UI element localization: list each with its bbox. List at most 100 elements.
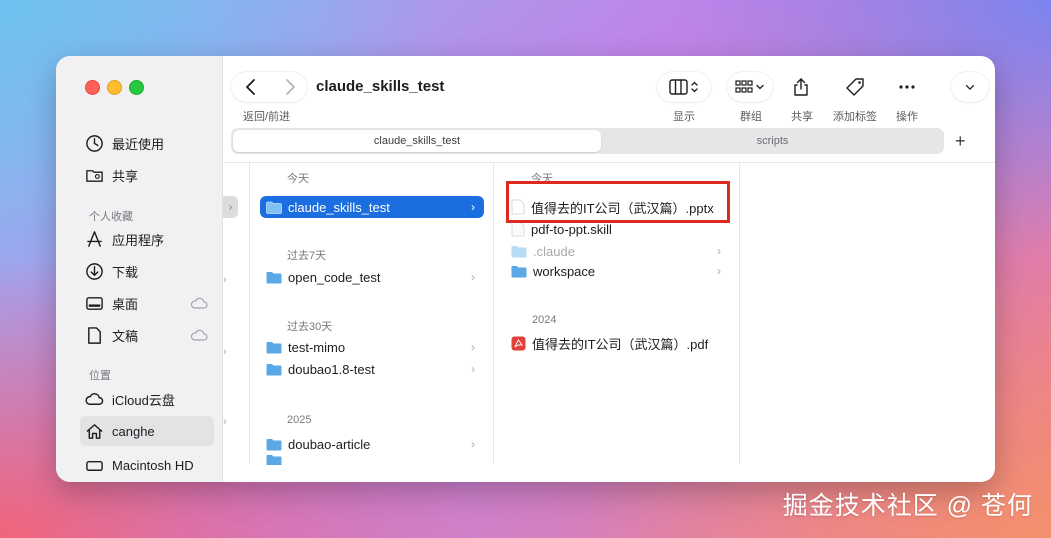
folder-icon [266, 438, 282, 450]
chevron-right-icon: › [471, 270, 475, 284]
sidebar-item-macintosh-hd[interactable]: Macintosh HD [84, 452, 194, 478]
sidebar-item-applications[interactable]: 应用程序 [84, 226, 164, 252]
tab-claude-skills-test[interactable]: claude_skills_test [233, 130, 601, 152]
column1-group-header: 今天 [287, 173, 309, 185]
sidebar-item-label: 最近使用 [112, 136, 165, 152]
column1-group-header: 2025 [287, 414, 312, 426]
chevron-right-icon: › [471, 200, 475, 214]
sidebar-item-home[interactable]: canghe [84, 418, 155, 444]
nav-buttons [231, 72, 307, 102]
chevron-right-icon: › [471, 437, 475, 451]
folder-name: test-mimo [288, 339, 346, 355]
pdf-icon [511, 336, 526, 350]
cloud-icon [84, 389, 104, 409]
share-label: 共享 [791, 111, 813, 123]
chevron-down-icon [965, 84, 975, 90]
sidebar-item-shared[interactable]: 共享 [84, 162, 138, 188]
more-toolbar-button[interactable] [951, 72, 989, 102]
folder-icon [511, 245, 527, 257]
folder-row[interactable]: doubao1.8-test [266, 358, 375, 380]
chevron-right-icon: › [471, 362, 475, 376]
tags-button[interactable] [839, 72, 871, 102]
desktop-icon [84, 293, 104, 313]
finder-window: 最近使用 共享 个人收藏 应用程序 下载 桌面 文稿 位置 iCloud云盘 c… [56, 56, 995, 482]
folder-icon [266, 455, 282, 465]
folder-icon [266, 271, 282, 283]
chevron-right-icon: › [471, 340, 475, 354]
sidebar-item-downloads[interactable]: 下载 [84, 258, 138, 284]
sidebar-item-documents[interactable]: 文稿 [84, 322, 138, 348]
folder-row[interactable]: open_code_test [266, 266, 381, 288]
folder-icon [266, 201, 282, 214]
highlight-annotation [506, 181, 730, 223]
tag-icon [846, 78, 864, 96]
disk-icon [84, 455, 104, 475]
collapsed-column-chevron[interactable]: › [223, 196, 238, 218]
column-view-icon [669, 79, 698, 95]
folder-name: claude_skills_test [288, 199, 390, 215]
sidebar-item-recents[interactable]: 最近使用 [84, 130, 164, 156]
sidebar-item-label: iCloud云盘 [112, 392, 175, 408]
folder-row-partial[interactable] [266, 455, 288, 465]
group-grid-icon [735, 80, 764, 93]
favorites-header: 个人收藏 [89, 211, 133, 223]
folder-row-hidden[interactable]: .claude [511, 240, 575, 262]
tags-label: 添加标签 [833, 111, 877, 123]
folder-name: .claude [533, 243, 575, 259]
icloud-status-icon [190, 329, 208, 341]
ellipsis-icon [899, 85, 915, 89]
share-button[interactable] [785, 72, 817, 102]
sidebar-item-label: 桌面 [112, 296, 139, 312]
collapsed-column-chevron[interactable]: › [223, 416, 237, 428]
folder-name: workspace [533, 263, 596, 279]
column1-group-header: 过去30天 [287, 321, 333, 333]
toolbar-divider [223, 162, 995, 163]
sidebar-item-label: canghe [112, 423, 155, 439]
blank-document-icon [511, 221, 525, 237]
sidebar-item-label: Macintosh HD [112, 457, 194, 473]
chevron-right-icon: › [717, 264, 721, 278]
folder-row[interactable]: doubao-article [266, 433, 370, 455]
folder-row[interactable]: test-mimo [266, 336, 345, 358]
sidebar-item-label: 下载 [112, 264, 139, 280]
applications-icon [84, 229, 104, 249]
sidebar-item-label: 共享 [112, 168, 139, 184]
action-label: 操作 [896, 111, 918, 123]
view-button[interactable] [657, 72, 711, 102]
sidebar-item-desktop[interactable]: 桌面 [84, 290, 138, 316]
view-label: 显示 [673, 111, 695, 123]
folder-icon [266, 363, 282, 375]
tab-scripts[interactable]: scripts [603, 130, 942, 152]
collapsed-column-chevron[interactable]: › [223, 274, 237, 286]
folder-name: open_code_test [288, 269, 381, 285]
minimize-window-button[interactable] [107, 80, 122, 95]
column1-group-header: 过去7天 [287, 250, 327, 262]
tab-bar: claude_skills_test scripts [231, 128, 944, 154]
close-window-button[interactable] [85, 80, 100, 95]
folder-name: doubao1.8-test [288, 361, 375, 377]
file-name: 值得去的IT公司（武汉篇）.pdf [532, 336, 709, 352]
locations-header: 位置 [89, 370, 111, 382]
download-icon [84, 261, 104, 281]
action-button[interactable] [891, 72, 923, 102]
forward-button[interactable] [286, 79, 295, 95]
sidebar: 最近使用 共享 个人收藏 应用程序 下载 桌面 文稿 位置 iCloud云盘 c… [56, 56, 223, 482]
sidebar-item-icloud[interactable]: iCloud云盘 [84, 386, 175, 412]
sidebar-item-label: 文稿 [112, 328, 139, 344]
group-label: 群组 [740, 111, 762, 123]
new-tab-button[interactable]: + [955, 132, 966, 150]
group-button[interactable] [727, 72, 773, 102]
collapsed-column-chevron[interactable]: › [223, 346, 237, 358]
file-row-pdf[interactable]: 值得去的IT公司（武汉篇）.pdf [511, 332, 708, 354]
file-name: pdf-to-ppt.skill [531, 221, 612, 237]
folder-row[interactable]: workspace [511, 260, 595, 282]
back-button[interactable] [246, 79, 255, 95]
zoom-window-button[interactable] [129, 80, 144, 95]
column-divider [493, 163, 494, 464]
column-divider [739, 163, 740, 464]
shared-folder-icon [84, 165, 104, 185]
folder-icon [266, 341, 282, 353]
nav-label: 返回/前进 [243, 111, 291, 123]
share-icon [794, 78, 808, 96]
folder-row[interactable]: claude_skills_test [260, 196, 484, 218]
